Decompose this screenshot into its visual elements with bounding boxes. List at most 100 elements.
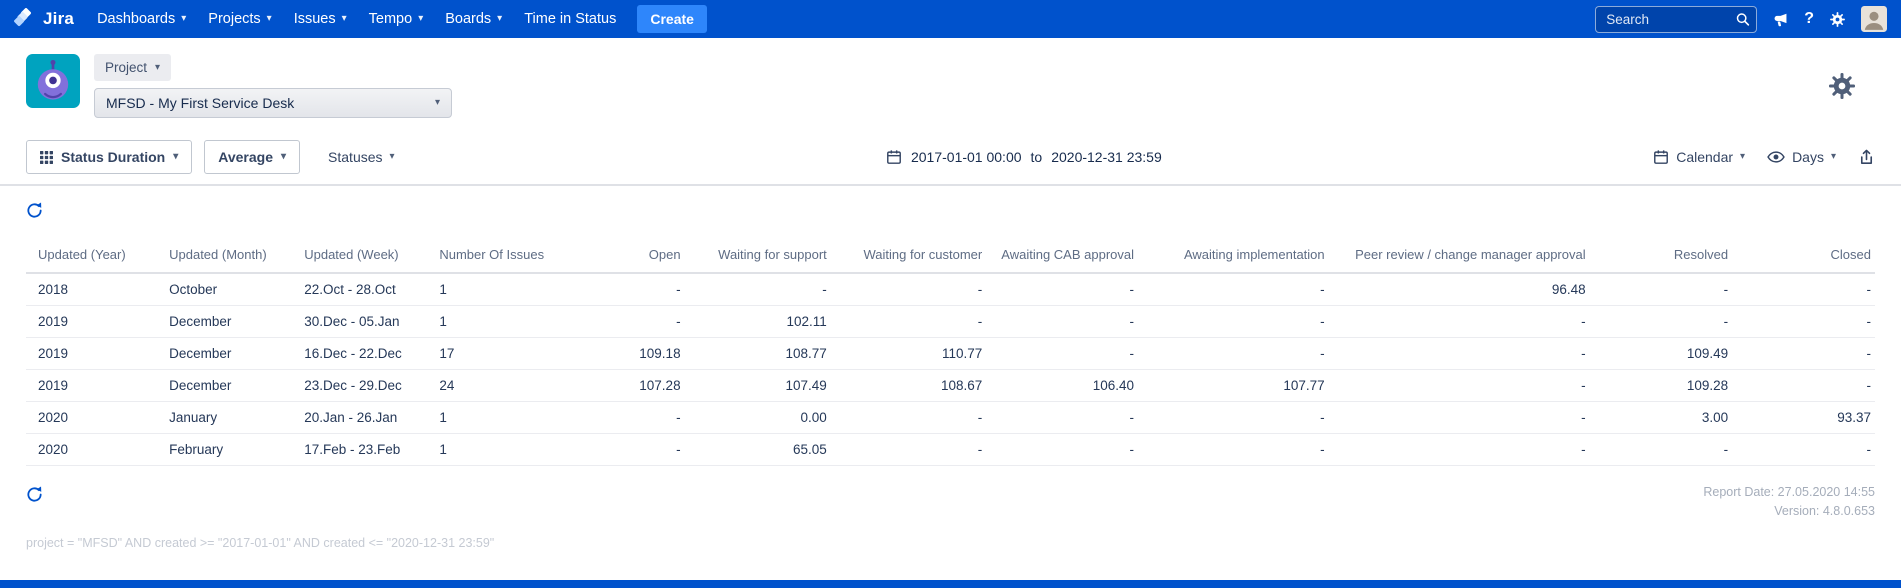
table-footer: Report Date: 27.05.2020 14:55 Version: 4… <box>26 470 1875 522</box>
table-row: 2018 October 22.Oct - 28.Oct 1- - - - -96.48- - <box>26 273 1875 306</box>
table-row: 2019 December 16.Dec - 22.Dec 17 109.18 108.7… <box>26 337 1875 370</box>
create-button-label: Create <box>650 11 694 27</box>
column-header: Open <box>571 237 689 274</box>
table-cell: - <box>1736 273 1875 306</box>
table-cell: 107.49 <box>688 369 835 402</box>
jira-brand-text: Jira <box>43 9 75 28</box>
table-cell: - <box>1142 273 1333 306</box>
search-box <box>1595 5 1758 33</box>
chevron-down-icon: ▾ <box>341 13 347 24</box>
table-header-row: Updated (Year) Updated (Month) Updated (We… <box>26 237 1875 274</box>
statuses-dropdown[interactable]: Statuses ▾ <box>328 149 395 165</box>
nav-item-label: Dashboards <box>97 11 176 27</box>
date-separator: to <box>1030 149 1043 165</box>
chevron-down-icon: ▾ <box>181 13 187 24</box>
table-cell: 16.Dec - 22.Dec <box>296 337 432 370</box>
table-cell: December <box>161 305 297 338</box>
project-dropdown-button[interactable]: Project ▾ <box>94 54 172 81</box>
column-header: Waiting for customer <box>834 237 991 274</box>
refresh-button-bottom[interactable] <box>25 485 44 504</box>
create-button[interactable]: Create <box>637 5 707 33</box>
nav-item-issues[interactable]: Issues ▾ <box>283 0 358 38</box>
chevron-down-icon: ▾ <box>281 151 287 162</box>
table-cell: 93.37 <box>1736 401 1875 434</box>
bottom-bar <box>0 580 1901 588</box>
table-cell: 1 <box>431 401 572 434</box>
table-cell: 2019 <box>26 305 162 338</box>
calendar-dropdown[interactable]: Calendar ▾ <box>1653 149 1745 165</box>
status-duration-label: Status Duration <box>61 149 166 165</box>
table-cell: 23.Dec - 29.Dec <box>296 369 432 402</box>
nav-item-dashboards[interactable]: Dashboards ▾ <box>86 0 197 38</box>
column-header: Updated (Year) <box>26 237 162 274</box>
date-range-picker[interactable]: 2017-01-01 00:00 to 2020-12-31 23:59 <box>395 149 1654 165</box>
status-duration-button[interactable]: Status Duration ▾ <box>26 140 193 174</box>
table-cell: - <box>990 337 1143 370</box>
toolbar-right: Calendar ▾ Days ▾ <box>1653 149 1875 166</box>
date-from: 2017-01-01 00:00 <box>910 149 1022 165</box>
date-to: 2020-12-31 23:59 <box>1051 149 1162 165</box>
nav-item-label: Issues <box>293 11 336 27</box>
table-cell: 17.Feb - 23.Feb <box>296 433 432 466</box>
export-button[interactable] <box>1858 149 1875 166</box>
search-icon[interactable] <box>1735 12 1750 27</box>
table-cell: - <box>1142 433 1333 466</box>
nav-item-label: Time in Status <box>524 11 617 27</box>
table-cell: 2020 <box>26 433 162 466</box>
nav-item-time-in-status[interactable]: Time in Status <box>513 0 627 38</box>
table-cell: 20.Jan - 26.Jan <box>296 401 432 434</box>
table-cell: - <box>1332 305 1594 338</box>
chevron-down-icon: ▾ <box>173 151 179 162</box>
grid-icon <box>40 151 53 164</box>
column-header: Waiting for support <box>688 237 835 274</box>
table-cell: 24 <box>431 369 572 402</box>
nav-item-boards[interactable]: Boards ▾ <box>434 0 513 38</box>
table-cell: 107.77 <box>1142 369 1333 402</box>
refresh-button-top[interactable] <box>25 201 44 220</box>
nav-item-projects[interactable]: Projects ▾ <box>197 0 282 38</box>
help-icon[interactable]: ? <box>1804 10 1814 28</box>
main-content: Updated (Year) Updated (Month) Updated (We… <box>0 186 1901 550</box>
table-row: 2019 December 30.Dec - 05.Jan 1-102.11- - - - -… <box>26 305 1875 338</box>
column-header: Number Of Issues <box>431 237 572 274</box>
nav-item-tempo[interactable]: Tempo ▾ <box>358 0 435 38</box>
chevron-down-icon: ▾ <box>1740 151 1746 162</box>
table-cell: 2019 <box>26 369 162 402</box>
project-avatar-icon[interactable] <box>26 54 80 108</box>
project-dropdown-label: Project <box>105 60 148 75</box>
table-cell: - <box>571 433 689 466</box>
table-row: 2020 February 17.Feb - 23.Feb 1-65.05- - - - - - <box>26 433 1875 466</box>
table-cell: 109.18 <box>571 337 689 370</box>
table-cell: 109.28 <box>1593 369 1737 402</box>
table-cell: 109.49 <box>1593 337 1737 370</box>
days-dropdown[interactable]: Days ▾ <box>1767 149 1836 165</box>
table-cell: December <box>161 337 297 370</box>
table-cell: January <box>161 401 297 434</box>
table-cell: - <box>834 401 991 434</box>
table-cell: - <box>1736 433 1875 466</box>
table-cell: 2020 <box>26 401 162 434</box>
chevron-down-icon: ▾ <box>155 61 161 73</box>
table-cell: 2018 <box>26 273 162 306</box>
table-cell: - <box>688 273 835 306</box>
chevron-down-icon: ▾ <box>1830 151 1836 162</box>
jira-logo[interactable]: Jira <box>14 8 74 30</box>
announcement-icon[interactable] <box>1772 11 1789 28</box>
table-row: 2019 December 23.Dec - 29.Dec 24 107.28 107.4… <box>26 369 1875 402</box>
report-version: Version: 4.8.0.653 <box>1774 504 1875 519</box>
user-avatar[interactable] <box>1861 6 1887 32</box>
nav-item-label: Boards <box>445 11 492 27</box>
table-cell: - <box>990 273 1143 306</box>
project-select[interactable]: MFSD - My First Service Desk ▾ <box>94 88 452 118</box>
column-header: Peer review / change manager approval <box>1332 237 1594 274</box>
settings-gear-icon[interactable] <box>1829 11 1846 28</box>
average-button[interactable]: Average ▾ <box>204 140 301 174</box>
table-cell: - <box>990 401 1143 434</box>
table-cell: - <box>571 401 689 434</box>
table-cell: 17 <box>431 337 572 370</box>
table-cell: - <box>1736 369 1875 402</box>
search-input[interactable] <box>1595 5 1758 33</box>
table-cell: 1 <box>431 273 572 306</box>
report-settings-gear-icon[interactable] <box>1827 71 1857 101</box>
column-header: Closed <box>1736 237 1875 274</box>
